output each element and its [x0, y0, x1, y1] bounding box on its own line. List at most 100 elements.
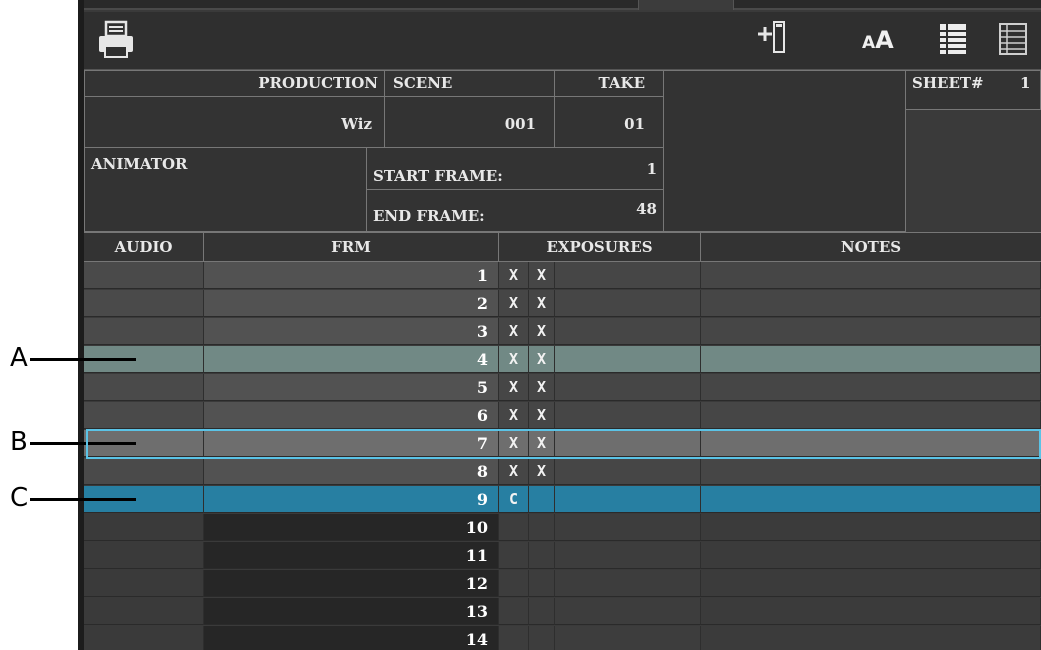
- tab-marker[interactable]: [638, 0, 734, 10]
- audio-cell[interactable]: [84, 598, 204, 625]
- exposure-cell-1[interactable]: X: [499, 290, 529, 317]
- frame-row-8[interactable]: 8XX: [84, 458, 1041, 486]
- exposure-cell-2[interactable]: [529, 486, 555, 513]
- exposure-cell-1[interactable]: X: [499, 374, 529, 401]
- audio-cell[interactable]: [84, 514, 204, 541]
- animator-field[interactable]: ANIMATOR: [84, 147, 367, 232]
- exposure-cell-1[interactable]: [499, 598, 529, 625]
- frame-row-3[interactable]: 3XX: [84, 318, 1041, 346]
- audio-cell[interactable]: [84, 542, 204, 569]
- exposure-cell-3[interactable]: [555, 262, 701, 289]
- printer-icon[interactable]: [96, 20, 136, 60]
- frame-row-13[interactable]: 13: [84, 598, 1041, 626]
- exposure-cell-3[interactable]: [555, 570, 701, 597]
- notes-cell[interactable]: [701, 458, 1041, 485]
- exposure-cell-3[interactable]: [555, 514, 701, 541]
- frame-number-cell[interactable]: 6: [204, 402, 499, 429]
- audio-cell[interactable]: [84, 262, 204, 289]
- frame-row-6[interactable]: 6XX: [84, 402, 1041, 430]
- add-column-icon[interactable]: [756, 20, 796, 56]
- notes-cell[interactable]: [701, 486, 1041, 513]
- exposures-column-header[interactable]: EXPOSURES: [499, 233, 701, 261]
- frame-number-cell[interactable]: 4: [204, 346, 499, 373]
- exposure-cell-2[interactable]: X: [529, 430, 555, 457]
- exposure-cell-1[interactable]: [499, 626, 529, 650]
- frame-row-1[interactable]: 1XX: [84, 262, 1041, 290]
- exposure-cell-1[interactable]: X: [499, 346, 529, 373]
- notes-cell[interactable]: [701, 402, 1041, 429]
- audio-cell[interactable]: [84, 570, 204, 597]
- exposure-cell-3[interactable]: [555, 626, 701, 650]
- audio-cell[interactable]: [84, 290, 204, 317]
- frame-number-cell[interactable]: 7: [204, 430, 499, 457]
- notes-cell[interactable]: [701, 598, 1041, 625]
- frame-number-cell[interactable]: 12: [204, 570, 499, 597]
- frame-number-cell[interactable]: 1: [204, 262, 499, 289]
- end-frame-field[interactable]: END FRAME: 48: [366, 189, 664, 232]
- start-frame-field[interactable]: START FRAME: 1: [366, 147, 664, 190]
- exposure-cell-1[interactable]: X: [499, 402, 529, 429]
- exposure-cell-1[interactable]: [499, 570, 529, 597]
- take-field[interactable]: 01: [554, 96, 664, 148]
- production-field[interactable]: Wiz: [84, 96, 385, 148]
- frame-row-12[interactable]: 12: [84, 570, 1041, 598]
- exposure-cell-1[interactable]: X: [499, 318, 529, 345]
- frame-number-cell[interactable]: 14: [204, 626, 499, 650]
- frm-column-header[interactable]: FRM: [204, 233, 499, 261]
- exposure-cell-2[interactable]: [529, 626, 555, 650]
- frame-row-10[interactable]: 10: [84, 514, 1041, 542]
- audio-cell[interactable]: [84, 402, 204, 429]
- frame-number-cell[interactable]: 9: [204, 486, 499, 513]
- exposure-cell-2[interactable]: X: [529, 346, 555, 373]
- notes-cell[interactable]: [701, 318, 1041, 345]
- notes-cell[interactable]: [701, 374, 1041, 401]
- notes-cell[interactable]: [701, 626, 1041, 650]
- frame-number-cell[interactable]: 5: [204, 374, 499, 401]
- exposure-cell-2[interactable]: [529, 514, 555, 541]
- frame-number-cell[interactable]: 8: [204, 458, 499, 485]
- notes-cell[interactable]: [701, 262, 1041, 289]
- sheet-view-outline-icon[interactable]: [998, 22, 1028, 56]
- audio-cell[interactable]: [84, 458, 204, 485]
- exposure-cell-1[interactable]: X: [499, 262, 529, 289]
- exposure-cell-3[interactable]: [555, 290, 701, 317]
- exposure-cell-2[interactable]: X: [529, 318, 555, 345]
- exposure-cell-1[interactable]: X: [499, 458, 529, 485]
- notes-column-header[interactable]: NOTES: [701, 233, 1041, 261]
- exposure-cell-3[interactable]: [555, 346, 701, 373]
- frame-row-14[interactable]: 14: [84, 626, 1041, 650]
- frame-row-9[interactable]: 9C: [84, 486, 1041, 514]
- frame-row-4[interactable]: 4XX: [84, 346, 1041, 374]
- notes-cell[interactable]: [701, 570, 1041, 597]
- exposure-cell-2[interactable]: [529, 542, 555, 569]
- notes-cell[interactable]: [701, 542, 1041, 569]
- exposure-cell-1[interactable]: C: [499, 486, 529, 513]
- exposure-cell-2[interactable]: X: [529, 262, 555, 289]
- exposure-cell-2[interactable]: X: [529, 290, 555, 317]
- frame-number-cell[interactable]: 13: [204, 598, 499, 625]
- exposure-cell-3[interactable]: [555, 430, 701, 457]
- exposure-cell-3[interactable]: [555, 458, 701, 485]
- exposure-cell-3[interactable]: [555, 542, 701, 569]
- exposure-cell-2[interactable]: X: [529, 374, 555, 401]
- notes-cell[interactable]: [701, 346, 1041, 373]
- exposure-cell-3[interactable]: [555, 402, 701, 429]
- exposure-cell-3[interactable]: [555, 486, 701, 513]
- frame-number-cell[interactable]: 10: [204, 514, 499, 541]
- font-size-icon[interactable]: AA: [862, 26, 894, 54]
- frame-number-cell[interactable]: 2: [204, 290, 499, 317]
- frame-row-11[interactable]: 11: [84, 542, 1041, 570]
- exposure-cell-3[interactable]: [555, 374, 701, 401]
- notes-cell[interactable]: [701, 514, 1041, 541]
- exposure-cell-3[interactable]: [555, 318, 701, 345]
- audio-column-header[interactable]: AUDIO: [84, 233, 204, 261]
- exposure-cell-1[interactable]: [499, 542, 529, 569]
- audio-cell[interactable]: [84, 374, 204, 401]
- frame-row-7[interactable]: 7XX: [84, 430, 1041, 458]
- exposure-cell-1[interactable]: X: [499, 430, 529, 457]
- exposure-cell-1[interactable]: [499, 514, 529, 541]
- frame-number-cell[interactable]: 11: [204, 542, 499, 569]
- frame-number-cell[interactable]: 3: [204, 318, 499, 345]
- audio-cell[interactable]: [84, 626, 204, 650]
- frame-row-2[interactable]: 2XX: [84, 290, 1041, 318]
